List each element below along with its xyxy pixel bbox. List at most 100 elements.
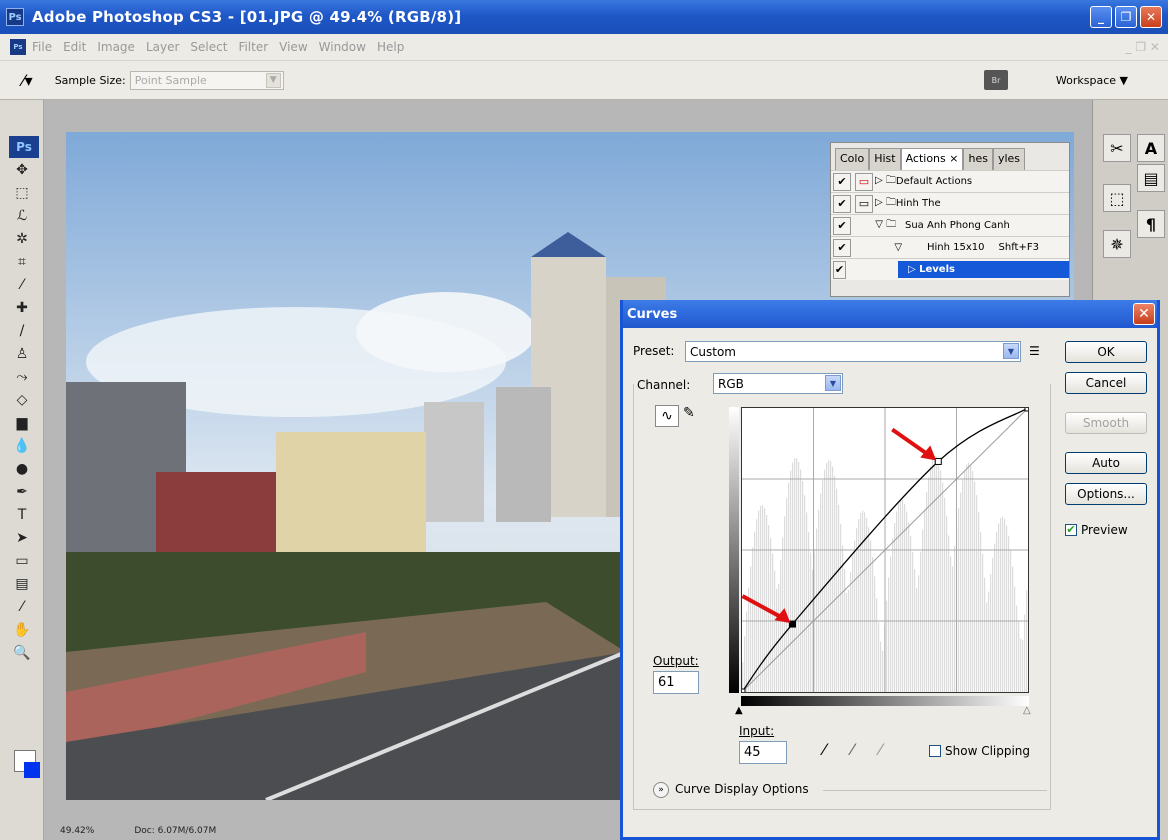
brush-tool-icon[interactable]: /: [0, 319, 44, 342]
tab-color[interactable]: Colo: [835, 148, 870, 170]
curve-svg[interactable]: [738, 404, 1032, 696]
healing-brush-tool-icon[interactable]: ✚: [0, 296, 44, 319]
marquee-tool-icon[interactable]: ⬚: [0, 181, 44, 204]
eyedropper-icon[interactable]: ⁄▾: [22, 71, 33, 90]
action-row[interactable]: ✔ ▽ 🗀 Sua Anh Phong Canh: [831, 214, 1069, 236]
character-icon[interactable]: A: [1137, 134, 1165, 162]
menu-view[interactable]: View: [279, 40, 307, 54]
menu-edit[interactable]: Edit: [63, 40, 86, 54]
menu-image[interactable]: Image: [97, 40, 135, 54]
action-row[interactable]: ✔ ▽ Hinh 15x10 Shft+F3: [831, 236, 1069, 258]
check-icon[interactable]: ✔: [833, 260, 847, 279]
tools-preset-icon[interactable]: ✂: [1103, 134, 1131, 162]
hand-tool-icon[interactable]: ✋: [0, 618, 44, 641]
channel-select[interactable]: RGB ▼: [713, 373, 843, 394]
menu-layer[interactable]: Layer: [146, 40, 179, 54]
dodge-tool-icon[interactable]: ●: [0, 457, 44, 480]
preset-options-icon[interactable]: ☰: [1029, 344, 1040, 358]
white-point-slider[interactable]: △: [1023, 705, 1031, 716]
notes-tool-icon[interactable]: ▤: [0, 572, 44, 595]
curve-point[interactable]: [738, 688, 746, 696]
check-icon[interactable]: ✔: [833, 238, 851, 257]
black-point-slider[interactable]: ▲: [735, 705, 743, 716]
crop-tool-icon[interactable]: ⌗: [0, 250, 44, 273]
auto-button[interactable]: Auto: [1065, 452, 1147, 474]
path-selection-tool-icon[interactable]: ➤: [0, 526, 44, 549]
menu-file[interactable]: File: [32, 40, 52, 54]
eyedropper-tool-icon[interactable]: ⁄: [0, 595, 44, 618]
black-eyedropper-icon[interactable]: ⁄: [823, 740, 826, 759]
move-tool-icon[interactable]: ✥: [0, 158, 44, 181]
action-row[interactable]: ✔ ▷ Levels: [831, 258, 1069, 280]
gradient-tool-icon[interactable]: ▆: [0, 411, 44, 434]
pilcrow-icon[interactable]: ¶: [1137, 210, 1165, 238]
close-button[interactable]: ✕: [1140, 6, 1162, 28]
doc-window-controls[interactable]: _ ❐ ✕: [1126, 40, 1160, 54]
preview-checkbox[interactable]: ✔: [1065, 524, 1077, 536]
blur-tool-icon[interactable]: 💧: [0, 434, 44, 457]
background-color-swatch[interactable]: [24, 762, 40, 778]
histogram-bar: [856, 528, 858, 692]
menu-select[interactable]: Select: [190, 40, 227, 54]
check-icon[interactable]: ✔: [833, 172, 851, 191]
expand-icon[interactable]: ▽ 🗀: [853, 217, 905, 234]
expand-display-options-icon[interactable]: »: [653, 782, 669, 798]
ok-button[interactable]: OK: [1065, 341, 1147, 363]
curve-display-options-label[interactable]: Curve Display Options: [675, 782, 809, 796]
magic-wand-tool-icon[interactable]: ✲: [0, 227, 44, 250]
pen-tool-icon[interactable]: ✒: [0, 480, 44, 503]
title-bar: Ps Adobe Photoshop CS3 - [01.JPG @ 49.4%…: [0, 0, 1168, 34]
smooth-button[interactable]: Smooth: [1065, 412, 1147, 434]
check-icon[interactable]: ✔: [833, 194, 851, 213]
expand-icon[interactable]: ▷ 🗀: [875, 173, 896, 190]
output-field[interactable]: 61: [653, 671, 699, 694]
curve-point-tool-icon[interactable]: ∿: [655, 405, 679, 427]
transform-icon[interactable]: ⬚: [1103, 184, 1131, 212]
curve-point[interactable]: [1024, 404, 1032, 412]
expand-icon[interactable]: ▽: [853, 242, 927, 253]
bridge-icon[interactable]: Br: [984, 70, 1008, 90]
action-row[interactable]: ✔ ▭ ▷ 🗀 Default Actions: [831, 170, 1069, 192]
stamp-tool-icon[interactable]: ♙: [0, 342, 44, 365]
zoom-readout[interactable]: 49.42%: [60, 826, 94, 836]
paragraph-panel-icon[interactable]: ▤: [1137, 164, 1165, 192]
lasso-tool-icon[interactable]: ℒ: [0, 204, 44, 227]
menu-help[interactable]: Help: [377, 40, 404, 54]
tab-history[interactable]: Hist: [869, 148, 901, 170]
action-row[interactable]: ✔ ▭ ▷ 🗀 Hinh The: [831, 192, 1069, 214]
restore-button[interactable]: ❐: [1115, 6, 1137, 28]
input-field[interactable]: 45: [739, 741, 787, 764]
options-button[interactable]: Options...: [1065, 483, 1147, 505]
slice-tool-icon[interactable]: ⁄: [0, 273, 44, 296]
type-tool-icon[interactable]: T: [0, 503, 44, 526]
curve-point[interactable]: [934, 457, 942, 465]
workspace-menu[interactable]: Workspace ▼: [1056, 74, 1128, 87]
history-brush-tool-icon[interactable]: ⤳: [0, 365, 44, 388]
navigator-icon[interactable]: ✵: [1103, 230, 1131, 258]
close-icon[interactable]: ✕: [1133, 303, 1155, 325]
histogram-bar: [820, 493, 822, 692]
cancel-button[interactable]: Cancel: [1065, 372, 1147, 394]
gray-eyedropper-icon[interactable]: ⁄: [851, 740, 854, 759]
preset-select[interactable]: Custom ▼: [685, 341, 1021, 362]
show-clipping-checkbox[interactable]: [929, 745, 941, 757]
dialog-toggle-icon[interactable]: ▭: [855, 172, 873, 191]
menu-window[interactable]: Window: [319, 40, 366, 54]
tab-styles[interactable]: yles: [992, 148, 1026, 170]
sample-size-select[interactable]: Point Sample ▼: [129, 70, 284, 90]
tab-actions[interactable]: Actions ×: [900, 148, 964, 170]
expand-icon[interactable]: ▷ 🗀: [875, 195, 896, 212]
curve-graph[interactable]: [738, 404, 1032, 696]
eraser-tool-icon[interactable]: ◇: [0, 388, 44, 411]
zoom-tool-icon[interactable]: 🔍: [0, 641, 44, 664]
check-icon[interactable]: ✔: [833, 216, 851, 235]
white-eyedropper-icon[interactable]: ⁄: [879, 740, 882, 759]
histogram-bar: [750, 566, 752, 692]
shape-tool-icon[interactable]: ▭: [0, 549, 44, 572]
tab-swatches[interactable]: hes: [963, 148, 993, 170]
pencil-icon[interactable]: ✎: [683, 405, 695, 421]
curve-point[interactable]: [788, 620, 796, 628]
menu-filter[interactable]: Filter: [238, 40, 268, 54]
dialog-toggle-icon[interactable]: ▭: [855, 194, 873, 213]
minimize-button[interactable]: _: [1090, 6, 1112, 28]
